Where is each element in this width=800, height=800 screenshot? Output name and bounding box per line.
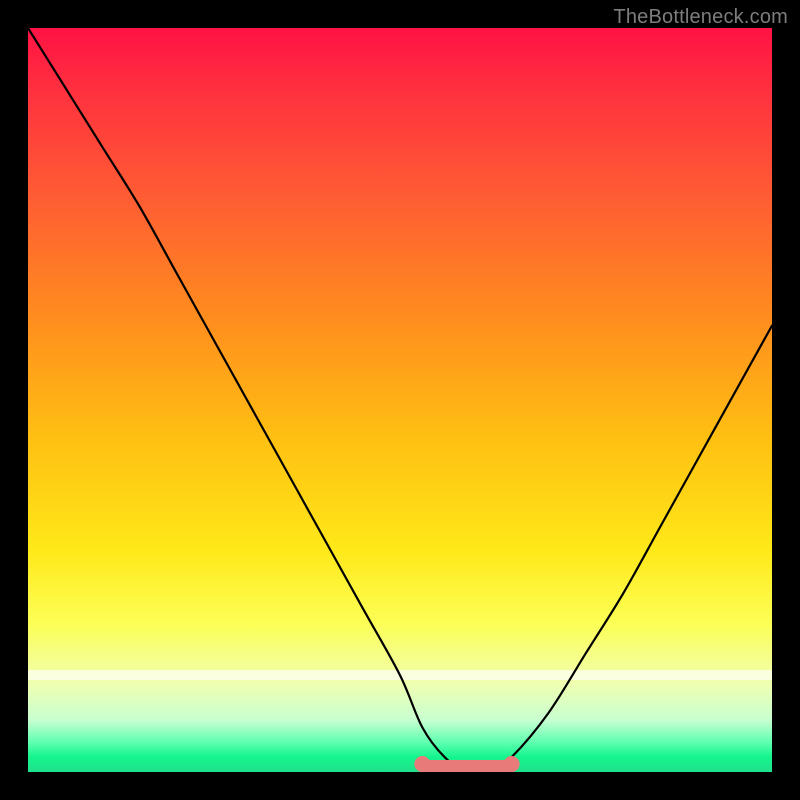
chart-frame: TheBottleneck.com [0,0,800,800]
background-gradient [28,28,772,772]
highlight-band [28,670,772,680]
watermark-label: TheBottleneck.com [613,6,788,29]
plot-area [28,28,772,772]
